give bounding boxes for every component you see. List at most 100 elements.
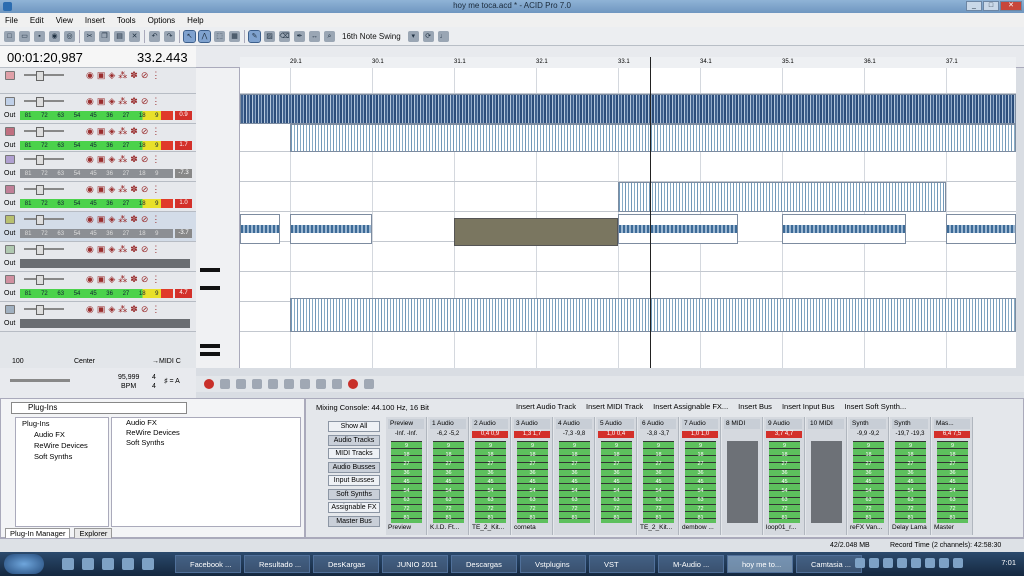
zoom-icon[interactable]: ⌕ (324, 30, 335, 42)
quicklaunch-icon[interactable] (102, 558, 114, 570)
tray-icon[interactable] (897, 558, 907, 568)
properties-icon[interactable]: ◎ (64, 30, 75, 42)
pen-icon[interactable]: ✒ (294, 30, 305, 42)
audio-event[interactable] (240, 94, 1016, 124)
list-item[interactable]: Soft Synths (112, 438, 300, 448)
mixer-strip[interactable]: Preview -Inf. -Inf. 9 18 27 36 45 54 63 72 81 Previ… (386, 417, 427, 535)
show-all-button[interactable]: Show All (328, 421, 380, 432)
track-controls[interactable]: ◉▣◈⁂✽⊘⋮ (86, 96, 163, 107)
strip-meter[interactable]: 9 18 27 36 45 54 63 72 81 (391, 441, 422, 523)
pointer-icon[interactable]: ↖ (183, 29, 196, 43)
list-item[interactable]: Audio FX (112, 418, 300, 428)
record-arm-icon[interactable] (348, 379, 358, 389)
audio-event[interactable] (240, 214, 280, 244)
track-volume-fader[interactable] (24, 215, 64, 225)
audio-event[interactable] (946, 214, 1016, 244)
tree-item-rewire[interactable]: ReWire Devices (16, 440, 108, 451)
minimize-button[interactable]: _ (966, 1, 982, 11)
track-volume-fader[interactable] (24, 97, 64, 107)
metronome-icon[interactable]: ♩ (437, 30, 449, 42)
tray-icon[interactable] (939, 558, 949, 568)
quicklaunch-icon[interactable] (142, 558, 154, 570)
strip-meter[interactable]: 9 18 27 36 45 54 63 72 81 (895, 441, 926, 523)
bpm-value[interactable]: 95,999 (118, 374, 139, 381)
midi-tracks-button[interactable]: MIDI Tracks (328, 448, 380, 459)
mixer-strip[interactable]: 1 Audio -6,2 -5,2 9 18 27 36 45 54 63 72 81 K.I.D. … (428, 417, 469, 535)
arrangement-area[interactable] (240, 68, 1016, 368)
menu-edit[interactable]: Edit (30, 16, 44, 25)
rewind-icon[interactable] (316, 379, 326, 389)
insert-audio-track-button[interactable]: Insert Audio Track (516, 402, 576, 411)
track-controls[interactable]: ◉▣◈⁂✽⊘⋮ (86, 214, 163, 225)
strip-meter[interactable]: 9 18 27 36 45 54 63 72 81 (517, 441, 548, 523)
taskbar-button[interactable]: M-Audio ... (658, 555, 724, 573)
taskbar-button[interactable]: DesKargas (313, 555, 379, 573)
track-header[interactable]: ◉▣◈⁂✽⊘⋮ Out 81 72 63 54 45 36 27 18 9 -7.3 (0, 152, 196, 182)
delete-icon[interactable]: ✕ (129, 30, 140, 42)
input-busses-button[interactable]: Input Busses (328, 475, 380, 486)
strip-meter[interactable]: 9 18 27 36 45 54 63 72 81 (601, 441, 632, 523)
track-controls[interactable]: ◉▣◈⁂✽⊘⋮ (86, 304, 163, 315)
mixer-strip[interactable]: 4 Audio -7,3 -9,8 9 18 27 36 45 54 63 72 81 (554, 417, 595, 535)
menu-tools[interactable]: Tools (117, 16, 136, 25)
strip-meter[interactable]: 9 18 27 36 45 54 63 72 81 (475, 441, 506, 523)
audio-event[interactable] (290, 298, 1016, 332)
swing-label[interactable]: 16th Note Swing (339, 32, 404, 41)
save-icon[interactable]: ▪ (34, 30, 45, 42)
insert-input-bus-button[interactable]: Insert Input Bus (782, 402, 835, 411)
track-lane[interactable] (240, 68, 1016, 94)
plugin-location-combo[interactable]: Plug-Ins (11, 402, 187, 414)
tree-item-soft-synths[interactable]: Soft Synths (16, 451, 108, 462)
audio-busses-button[interactable]: Audio Busses (328, 461, 380, 473)
mixer-strip[interactable]: 9 Audio 3,7 4,7 9 18 27 36 45 54 63 72 81 loop01_r.… (764, 417, 805, 535)
erase-icon[interactable]: ⌫ (279, 30, 290, 42)
track-controls[interactable]: ◉▣◈⁂✽⊘⋮ (86, 70, 163, 81)
playback-cursor[interactable] (650, 57, 651, 368)
envelope-icon[interactable]: ⋀ (198, 29, 211, 43)
menu-help[interactable]: Help (187, 16, 203, 25)
strip-meter[interactable]: 9 18 27 36 45 54 63 72 81 (853, 441, 884, 523)
soft-synths-button[interactable]: Soft Synths (328, 488, 380, 500)
mixer-strip[interactable]: 2 Audio 0,4 0,9 9 18 27 36 45 54 63 72 81 TE_2_Kit.… (470, 417, 511, 535)
track-header[interactable]: ◉▣◈⁂✽⊘⋮ Out (0, 302, 196, 332)
open-icon[interactable]: ▭ (19, 30, 30, 42)
record-icon[interactable] (204, 379, 214, 389)
audio-event[interactable] (782, 214, 906, 244)
audio-event[interactable] (290, 214, 372, 244)
track-icon[interactable] (5, 97, 15, 106)
insert-midi-track-button[interactable]: Insert MIDI Track (586, 402, 643, 411)
track-controls[interactable]: ◉▣◈⁂✽⊘⋮ (86, 126, 163, 137)
strip-meter[interactable]: 9 18 27 36 45 54 63 72 81 (643, 441, 674, 523)
audio-event[interactable] (618, 182, 946, 212)
track-icon[interactable] (5, 185, 15, 194)
track-icon[interactable] (5, 155, 15, 164)
cut-icon[interactable]: ✂ (84, 30, 95, 42)
taskbar-button[interactable]: Camtasia ... (796, 555, 862, 573)
track-icon[interactable] (5, 245, 15, 254)
undo-icon[interactable]: ↶ (149, 30, 160, 42)
taskbar-button[interactable]: hoy me to... (727, 555, 793, 573)
bottom-pan[interactable]: Center (74, 358, 95, 365)
tray-icon[interactable] (925, 558, 935, 568)
menu-insert[interactable]: Insert (85, 16, 105, 25)
track-volume-fader[interactable] (24, 245, 64, 255)
track-controls[interactable]: ◉▣◈⁂✽⊘⋮ (86, 184, 163, 195)
metronome-toggle-icon[interactable] (364, 379, 374, 389)
tempo-slider[interactable] (10, 379, 70, 382)
track-controls[interactable]: ◉▣◈⁂✽⊘⋮ (86, 244, 163, 255)
assignable-fx-button[interactable]: Assignable FX (328, 502, 380, 513)
draw-icon[interactable]: ✎ (248, 29, 261, 43)
key-value[interactable]: ♯ = A (164, 378, 180, 385)
quicklaunch-icon[interactable] (62, 558, 74, 570)
start-button[interactable] (4, 554, 44, 574)
taskbar-button[interactable]: Resultado ... (244, 555, 310, 573)
snap-icon[interactable]: ▾ (407, 30, 419, 42)
grid-icon[interactable]: ▦ (229, 30, 240, 42)
track-volume-fader[interactable] (24, 71, 64, 81)
menu-view[interactable]: View (56, 16, 73, 25)
mixer-strip[interactable]: Synth -9,9 -9,2 9 18 27 36 45 54 63 72 81 reFX Van.… (848, 417, 889, 535)
track-volume-fader[interactable] (24, 155, 64, 165)
mixer-strip[interactable]: 8 MIDI (722, 417, 763, 535)
redo-icon[interactable]: ↷ (164, 30, 175, 42)
pause-icon[interactable] (268, 379, 278, 389)
